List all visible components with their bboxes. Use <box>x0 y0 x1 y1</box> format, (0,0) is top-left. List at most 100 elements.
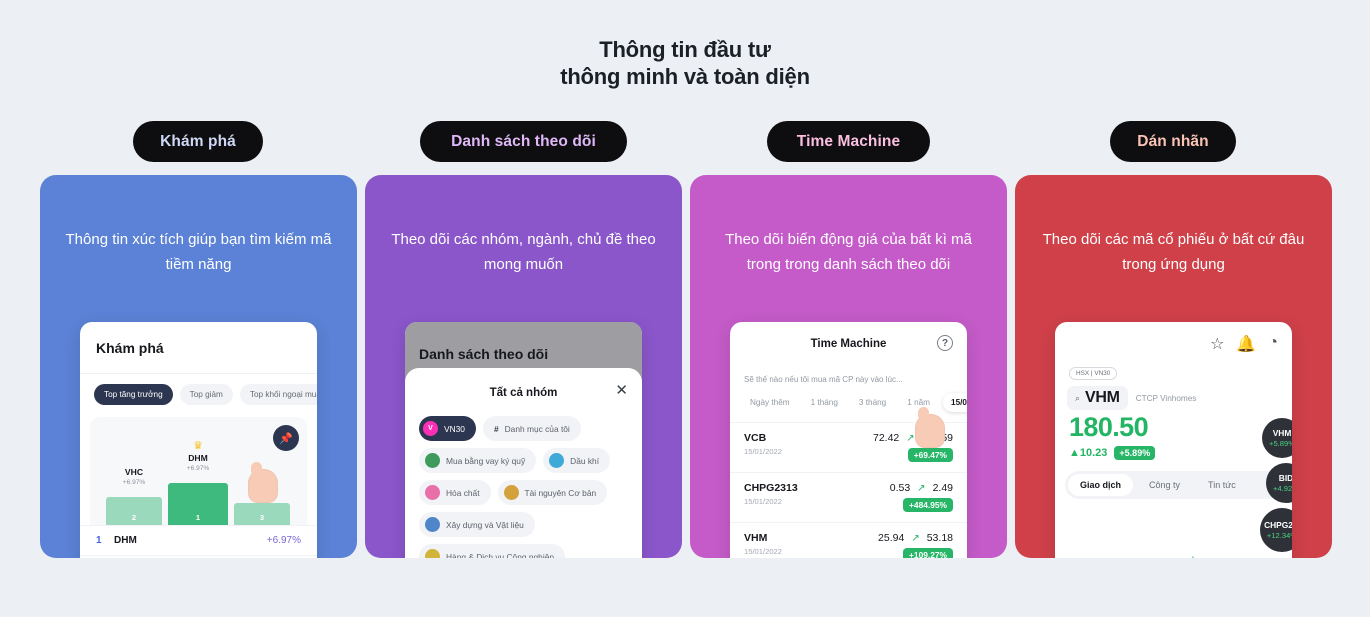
row-date: 15/01/2022 <box>744 547 783 556</box>
page-title-line2: thông minh và toàn diện <box>560 64 810 89</box>
stock-price: 180.50 <box>1069 412 1149 442</box>
group-chip-label: Dầu khí <box>570 455 600 466</box>
row-rank: 1 <box>96 535 102 546</box>
bar-dhm: ♛ DHM +6.97% 1 <box>168 441 228 525</box>
table-row[interactable]: 2 VHC +6.97% <box>80 555 317 558</box>
hash-icon: # <box>493 423 499 434</box>
tab-giao-dich[interactable]: Giao dịch <box>1068 474 1134 496</box>
group-chip-label: Hàng & Dịch vụ Công nghiệp <box>446 551 555 559</box>
avatar <box>549 453 565 468</box>
group-chip-label: Hóa chất <box>446 487 480 498</box>
avatar <box>425 453 440 468</box>
row-price-to: 53.18 <box>926 532 953 544</box>
bubble-symbol: VHM <box>1272 428 1292 438</box>
bell-icon[interactable]: 🔔 <box>1236 334 1256 354</box>
group-chip-hoa-chat[interactable]: Hóa chất <box>419 480 491 505</box>
bar-rank: 2 <box>131 513 137 522</box>
group-chip-label: VN30 <box>444 423 465 434</box>
row-price-from: 25.94 <box>878 532 905 544</box>
detail-tab-list: Giao dịch Công ty Tin tức <box>1065 471 1282 499</box>
bar-value: +6.97% <box>122 479 146 486</box>
close-icon[interactable]: ✕ <box>615 383 628 398</box>
bar-value: +6.97% <box>186 465 210 472</box>
filter-ngay-them[interactable]: Ngày thêm <box>742 393 798 412</box>
bubble-symbol: BID <box>1278 473 1292 483</box>
avatar <box>425 485 440 500</box>
phone-screen-title: Time Machine <box>810 338 887 350</box>
tab-top-khoi-ngoai[interactable]: Top khối ngoại mua ròng <box>239 384 317 405</box>
tab-pill-dan-nhan[interactable]: Dán nhãn <box>1110 121 1236 162</box>
table-row[interactable]: 1 DHM +6.97% <box>80 525 317 555</box>
group-chip-vn30[interactable]: V VN30 <box>419 416 476 441</box>
card-description: Theo dõi biến động giá của bất kì mã tro… <box>725 231 972 273</box>
table-row[interactable]: VHM 15/01/2022 25.94 ↗ 53.18 +109.27% <box>730 522 967 558</box>
group-chip-xay-dung[interactable]: Xây dựng và Vật liệu <box>419 512 535 537</box>
floating-bubble-chpg[interactable]: CHPG2... +12.34% <box>1260 508 1292 552</box>
avatar: V <box>423 421 438 436</box>
group-chip-hang-dich-vu[interactable]: Hàng & Dịch vụ Công nghiệp <box>419 544 566 559</box>
filter-custom-date[interactable]: 15/01/2022 <box>943 393 967 412</box>
cursor-hand-icon <box>248 462 278 503</box>
group-chip-margin[interactable]: Mua bằng vay ký quỹ <box>419 448 537 473</box>
row-price-from: 72.42 <box>872 432 900 444</box>
top-movers-bar-chart: 📌 VHC +6.97% 2 ♛ DHM +6.97% 1 ANV <box>90 417 307 525</box>
tab-pill-kham-pha[interactable]: Khám phá <box>133 121 263 162</box>
trend-up-icon: ↗ <box>906 432 915 444</box>
change-row: ▲10.23 +5.89% <box>1055 443 1292 460</box>
tab-pill-time-machine[interactable]: Time Machine <box>767 121 930 162</box>
row-change: +6.97% <box>266 535 301 546</box>
row-date: 15/01/2022 <box>744 447 783 456</box>
phone-screen-title: Danh sách theo dõi <box>419 346 549 362</box>
bubble-change: +4.92% <box>1273 483 1292 493</box>
group-chip-tai-nguyen[interactable]: Tài nguyên Cơ bản <box>497 480 608 505</box>
question-mark-icon[interactable]: ? <box>937 335 953 351</box>
feature-card-dan-nhan: Theo dõi các mã cổ phiếu ở bất cứ đâu tr… <box>1015 175 1332 558</box>
group-chip-label: Mua bằng vay ký quỹ <box>446 455 526 466</box>
row-identity: VHM 15/01/2022 <box>744 532 878 558</box>
row-change-badge: +109.27% <box>903 548 953 558</box>
symbol-search-box[interactable]: ⌕ VHM <box>1067 386 1128 410</box>
group-chip-label: Danh mục của tôi <box>504 423 570 434</box>
row-price-to: 2.49 <box>932 482 953 494</box>
tab-tin-tuc[interactable]: Tin tức <box>1196 474 1248 496</box>
search-icon: ⌕ <box>1075 392 1081 403</box>
gauge-icon[interactable]: ◔ <box>1268 334 1278 354</box>
row-identity: CHPG2313 15/01/2022 <box>744 482 890 513</box>
tab-pill-danh-sach-theo-doi[interactable]: Danh sách theo dõi <box>420 121 627 162</box>
row-values: 25.94 ↗ 53.18 +109.27% <box>878 532 953 558</box>
sparkline-chart <box>1192 555 1194 558</box>
star-icon[interactable]: ☆ <box>1210 334 1224 354</box>
card-description: Thông tin xúc tích giúp bạn tìm kiếm mã … <box>65 231 332 273</box>
group-chip-dau-khi[interactable]: Dầu khí <box>543 448 611 473</box>
bar-anv: ANV +6.92% 3 <box>234 473 290 525</box>
trend-up-icon: ↗ <box>917 482 926 494</box>
time-machine-subtitle: Sẽ thế nào nếu tôi mua mã CP này vào lúc… <box>744 375 903 384</box>
all-groups-sheet: Tất cả nhóm ✕ V VN30 # Danh mục của tôi … <box>405 368 642 558</box>
row-values: 0.53 ↗ 2.49 +484.95% <box>890 482 953 513</box>
avatar <box>425 517 440 532</box>
page-title-line1: Thông tin đầu tư <box>599 37 771 62</box>
feature-card-kham-pha: Thông tin xúc tích giúp bạn tìm kiếm mã … <box>40 175 357 558</box>
group-chip-danh-muc-cua-toi[interactable]: # Danh mục của tôi <box>482 416 581 441</box>
table-row[interactable]: CHPG2313 15/01/2022 0.53 ↗ 2.49 +484.95% <box>730 472 967 522</box>
page-title: Thông tin đầu tư thông minh và toàn diện <box>0 36 1370 90</box>
bar-rank: 3 <box>259 513 265 522</box>
bar-rank: 1 <box>195 513 201 522</box>
change-percent-badge: +5.89% <box>1114 446 1156 460</box>
card-description: Theo dõi các mã cổ phiếu ở bất cứ đâu tr… <box>1042 231 1305 273</box>
filter-3-thang[interactable]: 3 tháng <box>851 393 894 412</box>
discover-tab-list: Top tăng trưởng Top giảm Top khối ngoại … <box>80 374 317 415</box>
tab-top-tang-truong[interactable]: Top tăng trưởng <box>94 384 173 405</box>
phone-mockup-watchlist: Danh sách theo dõi Tất cả nhóm ✕ V VN30 … <box>405 322 642 558</box>
tab-cong-ty[interactable]: Công ty <box>1137 474 1192 496</box>
row-price-from: 0.53 <box>889 482 911 494</box>
feature-card-time-machine: Theo dõi biến động giá của bất kì mã tro… <box>690 175 1007 558</box>
row-change-badge: +484.95% <box>903 498 953 512</box>
action-icon-row: ☆ 🔔 ◔ <box>1055 322 1292 354</box>
row-price-pair: 0.53 ↗ 2.49 <box>890 482 953 494</box>
group-chip-label: Tài nguyên Cơ bản <box>524 487 597 498</box>
tab-top-giam[interactable]: Top giảm <box>179 384 233 405</box>
row-symbol: DHM <box>114 535 137 546</box>
phone-mockup-sticker: ☆ 🔔 ◔ HSX | VN30 ⌕ VHM CTCP Vinhomes 180… <box>1055 322 1292 558</box>
filter-1-thang[interactable]: 1 tháng <box>803 393 846 412</box>
